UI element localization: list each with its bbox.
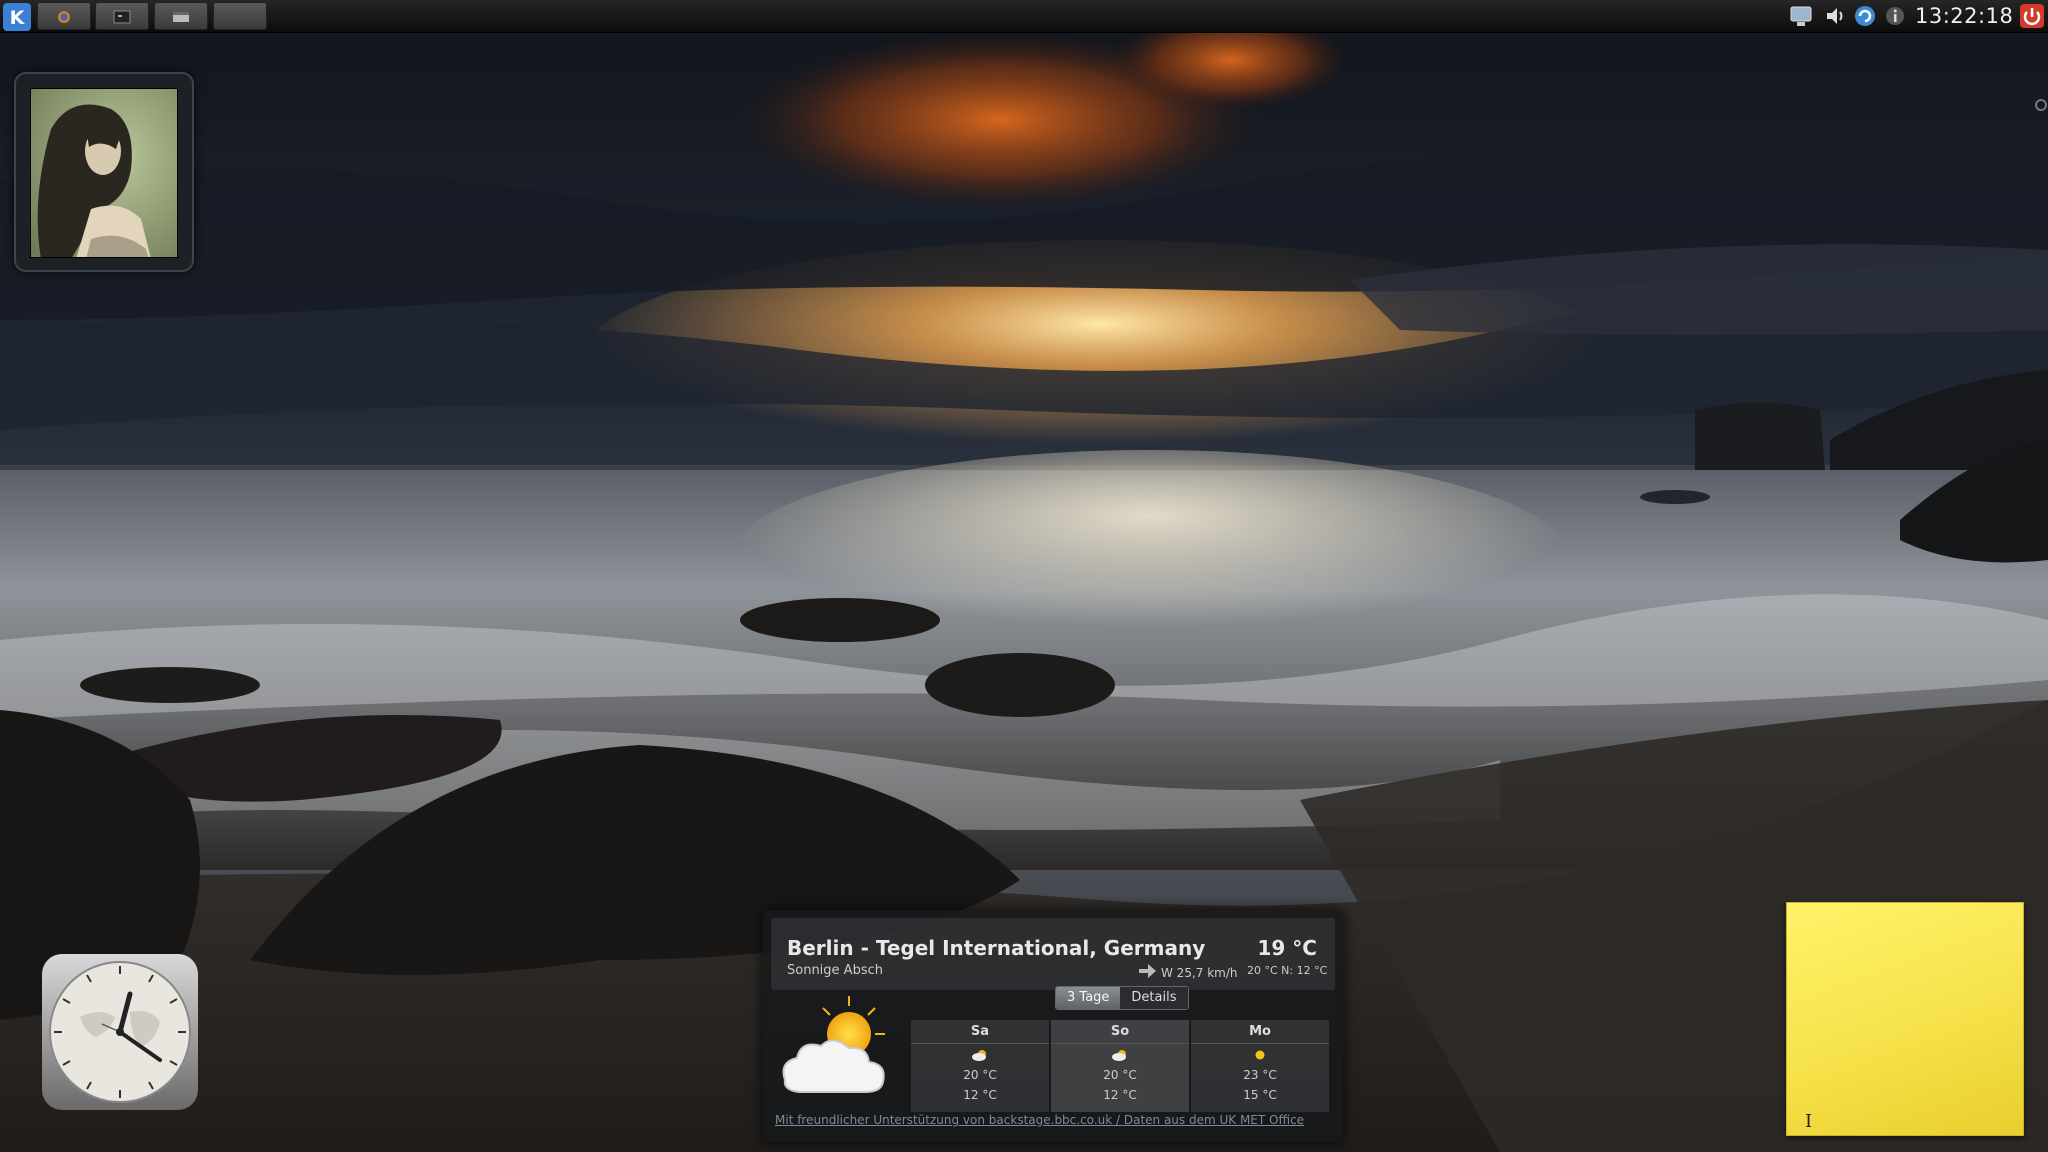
forecast-high: 23 °C [1243,1068,1277,1082]
taskbar-item-terminal[interactable] [95,2,149,30]
window-icon [173,12,189,22]
info-icon[interactable] [1882,3,1908,29]
weather-wind: W 25,7 km/h [1161,966,1238,980]
weather-condition: Sonnige Absch [787,963,883,978]
forecast-day: Mo [1191,1024,1329,1044]
sun-icon [1255,1050,1265,1060]
weather-header: Berlin - Tegel International, Germany So… [771,918,1335,990]
analog-clock-widget[interactable] [40,952,200,1112]
forecast-low: 15 °C [1243,1088,1277,1102]
volume-icon[interactable] [1822,3,1848,29]
weather-widget[interactable]: Berlin - Tegel International, Germany So… [763,910,1343,1142]
forecast-high: 20 °C [963,1068,997,1082]
forecast-column: So 20 °C 12 °C [1051,1020,1189,1112]
terminal-icon [113,10,131,24]
forecast-low: 12 °C [963,1088,997,1102]
forecast-column: Mo 23 °C 15 °C [1191,1020,1329,1112]
cloud-sun-icon [972,1050,986,1061]
text-cursor-icon: I [1805,1111,1813,1132]
framed-photo [30,88,178,258]
taskbar-item-blank[interactable] [213,2,267,30]
top-panel: K 13:22:18 [0,0,2048,33]
svg-text:K: K [10,7,26,29]
network-icon[interactable] [1788,3,1814,29]
power-icon[interactable] [2019,3,2045,29]
weather-location: Berlin - Tegel International, Germany [787,936,1206,960]
forecast-day: Sa [911,1024,1049,1044]
tab-3-days[interactable]: 3 Tage [1056,987,1121,1009]
panel-clock[interactable]: 13:22:18 [1915,4,2013,28]
kde-menu-icon[interactable]: K [2,2,32,32]
weather-credit-link[interactable]: Mit freundlicher Unterstützung von backs… [775,1113,1304,1127]
update-icon[interactable] [1852,3,1878,29]
firefox-icon [58,11,70,23]
forecast-low: 12 °C [1103,1088,1137,1102]
sticky-note-widget[interactable]: I [1786,902,2024,1136]
cloud-sun-icon [1112,1050,1126,1061]
forecast-column: Sa 20 °C 12 °C [911,1020,1049,1112]
forecast-day: So [1051,1024,1189,1044]
forecast-table: Sa 20 °C 12 °C So 20 °C 12 °C Mo 23 °C 1… [911,1020,1329,1112]
forecast-high: 20 °C [1103,1068,1137,1082]
weather-tabs: 3 Tage Details [1055,986,1189,1010]
wind-direction-icon [1139,964,1156,978]
taskbar-item-files[interactable] [154,2,208,30]
cloud-sun-icon [775,990,897,1100]
tab-details[interactable]: Details [1120,987,1188,1009]
taskbar-item-firefox[interactable] [37,2,91,30]
weather-current-temp: 19 °C [1257,936,1317,960]
weather-high-low: 20 °C N: 12 °C [1247,964,1328,977]
picture-frame-widget[interactable] [14,72,194,272]
desktop-toolbox-icon[interactable] [2024,90,2048,120]
